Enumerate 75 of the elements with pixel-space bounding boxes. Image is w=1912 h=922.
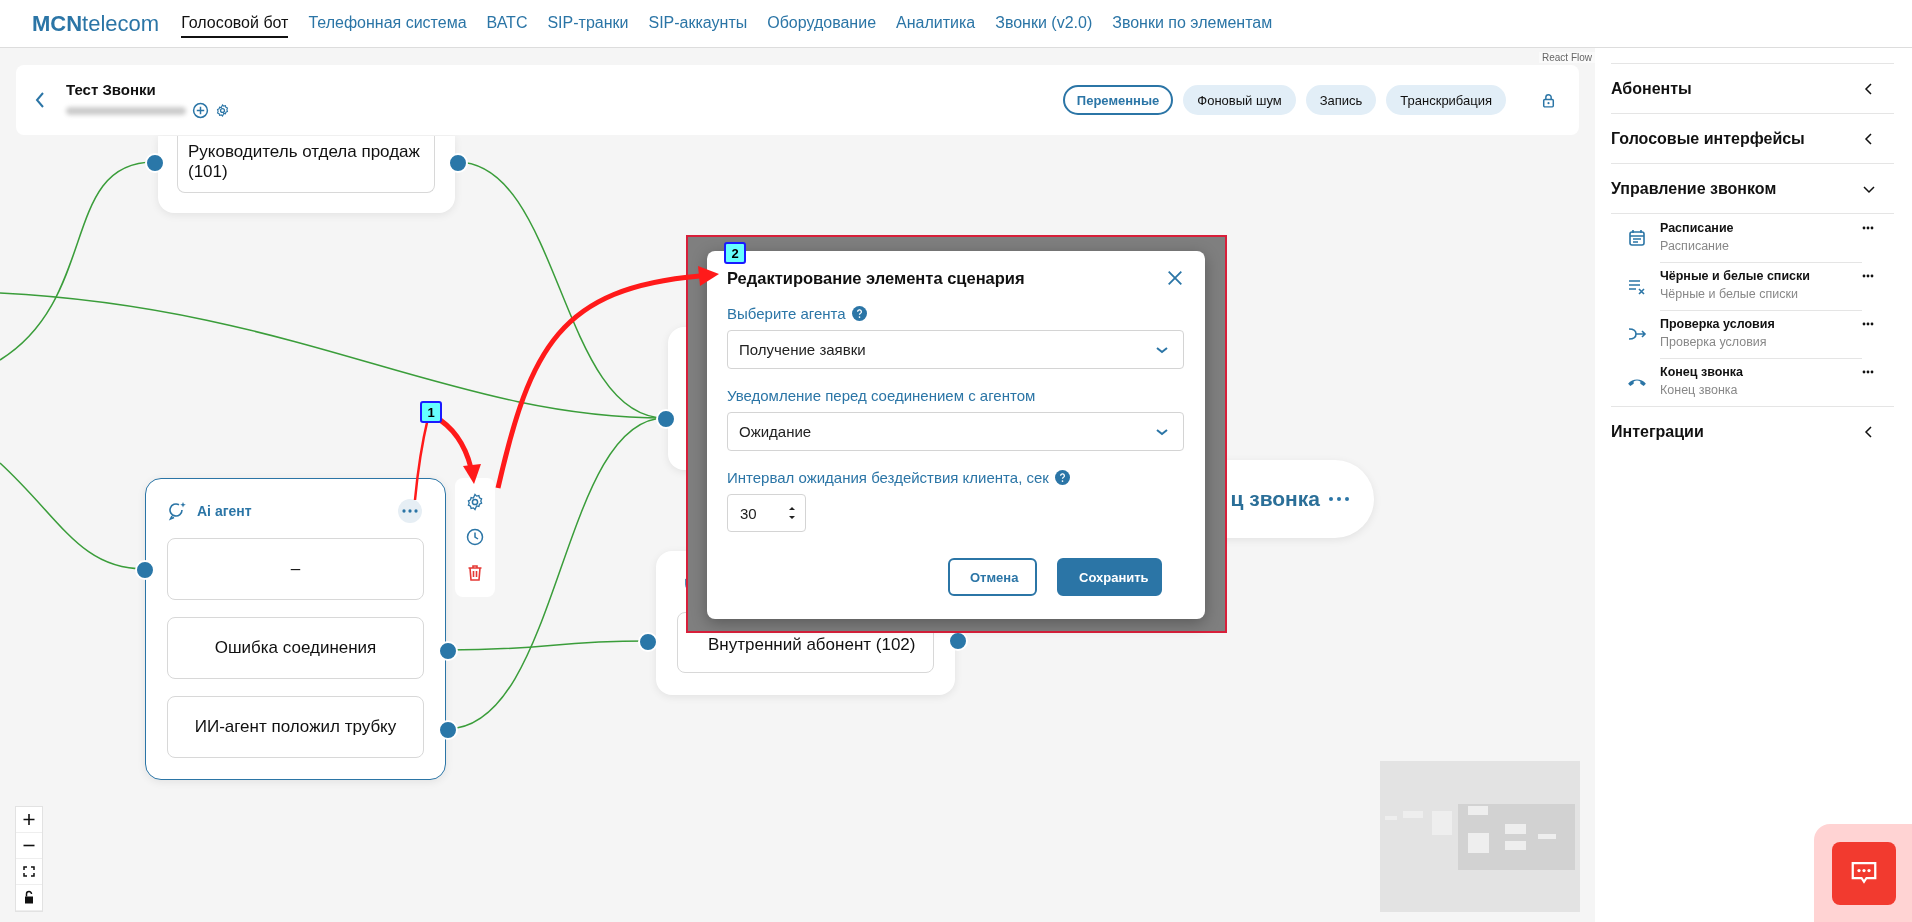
clock-icon[interactable]	[465, 527, 485, 548]
nav-tab[interactable]: Оборудование	[767, 9, 877, 38]
node-title: Ai агент	[197, 503, 253, 519]
connection-handle[interactable]	[145, 153, 165, 173]
sidebar-section[interactable]: Интеграции	[1611, 406, 1894, 456]
sidebar-item[interactable]: Конец звонка Конец звонка	[1611, 358, 1894, 406]
connection-handle[interactable]	[448, 153, 468, 173]
nav-tab[interactable]: Голосовой бот	[181, 9, 289, 38]
node-card[interactable]: Ai агент – Ошибка соединения ИИ-агент положил трубку	[145, 478, 446, 780]
node-output: ИИ-агент положил трубку	[167, 696, 424, 758]
calendar-icon	[1627, 228, 1647, 248]
field-label: Выберите агента	[727, 305, 846, 322]
nav-tab[interactable]: SIP-аккаунты	[648, 9, 748, 38]
toolbar-button[interactable]: Запись	[1305, 85, 1377, 115]
help-icon[interactable]	[851, 306, 867, 321]
node-output: Ошибка соединения	[167, 617, 424, 679]
item-title: Конец звонка	[1660, 365, 1745, 379]
back-icon[interactable]	[34, 90, 46, 110]
settings-icon[interactable]	[215, 103, 230, 118]
nav-tab[interactable]: Звонки по элементам	[1112, 9, 1273, 38]
chat-button[interactable]	[1832, 841, 1896, 905]
node-output: Руководитель отдела продаж (101)	[177, 136, 435, 193]
more-icon[interactable]	[1862, 274, 1874, 278]
add-icon[interactable]	[192, 102, 209, 119]
nav-tab[interactable]: Телефонная система	[308, 9, 467, 38]
connection-handle[interactable]	[656, 409, 676, 429]
nav-tab[interactable]: Звонки (v2.0)	[995, 9, 1093, 38]
sidebar-section[interactable]: Абоненты	[1611, 63, 1894, 113]
item-title: Расписание	[1660, 221, 1735, 235]
connection-handle[interactable]	[438, 720, 458, 740]
nav-tab[interactable]: Аналитика	[896, 9, 976, 38]
logo[interactable]: MCNtelecom	[32, 10, 160, 37]
connection-handle[interactable]	[638, 632, 658, 652]
node-title: ц звонка	[1230, 487, 1320, 511]
scenario-title: Тест Звонки	[66, 81, 157, 98]
toolbar-button[interactable]: Транскрибация	[1386, 85, 1506, 115]
close-icon[interactable]	[1166, 269, 1184, 287]
more-icon[interactable]	[1862, 370, 1874, 374]
item-title: Чёрные и белые списки	[1660, 269, 1811, 283]
chat-sparkle-icon	[167, 501, 187, 521]
node-output: –	[167, 538, 424, 600]
item-title: Проверка условия	[1660, 317, 1776, 331]
attribution[interactable]: React Flow	[1539, 52, 1595, 63]
item-subtitle: Расписание	[1660, 239, 1730, 253]
sidebar-section[interactable]: Голосовые интерфейсы	[1611, 113, 1894, 163]
callout-badge: 1	[420, 401, 442, 423]
more-icon[interactable]	[1862, 226, 1874, 230]
field-label: Интервал ожидания бездействия клиента, сек	[727, 469, 1049, 486]
modal-title: Редактирование элемента сценария	[727, 268, 1025, 288]
sidebar-item[interactable]: Проверка условия Проверка условия	[1611, 310, 1894, 358]
settings-icon[interactable]	[465, 491, 485, 512]
callout-badge: 2	[724, 242, 746, 264]
sidebar-item[interactable]: Чёрные и белые списки Чёрные и белые списки	[1611, 262, 1894, 310]
more-icon[interactable]	[1862, 322, 1874, 326]
toolbar-button[interactable]: Фоновый шум	[1183, 85, 1296, 115]
field-label: Уведомление перед соединением с агентом	[727, 387, 1036, 404]
select-field[interactable]: Получение заявки	[727, 330, 1184, 369]
connection-handle[interactable]	[438, 641, 458, 661]
save-button[interactable]: Сохранить	[1057, 558, 1162, 596]
nav-tab[interactable]: ВАТС	[486, 9, 528, 38]
chevron-down-icon	[1155, 344, 1169, 355]
select-field[interactable]: Ожидание	[727, 412, 1184, 451]
item-subtitle: Чёрные и белые списки	[1660, 287, 1799, 301]
sidebar-item[interactable]: Расписание Расписание	[1611, 214, 1894, 262]
number-field[interactable]: 30	[727, 494, 806, 532]
item-subtitle: Конец звонка	[1660, 383, 1739, 397]
cancel-button[interactable]: Отмена	[948, 558, 1037, 596]
nav-tab[interactable]: SIP-транки	[547, 9, 629, 38]
chevron-down-icon	[1155, 426, 1169, 437]
item-subtitle: Проверка условия	[1660, 335, 1768, 349]
connection-handle[interactable]	[135, 560, 155, 580]
help-icon[interactable]	[1054, 470, 1070, 485]
node-card[interactable]: Руководитель отдела продаж (101)	[158, 136, 455, 213]
toolbar-button[interactable]: Переменные	[1062, 85, 1174, 115]
sidebar-section[interactable]: Управление звонком	[1611, 163, 1894, 213]
